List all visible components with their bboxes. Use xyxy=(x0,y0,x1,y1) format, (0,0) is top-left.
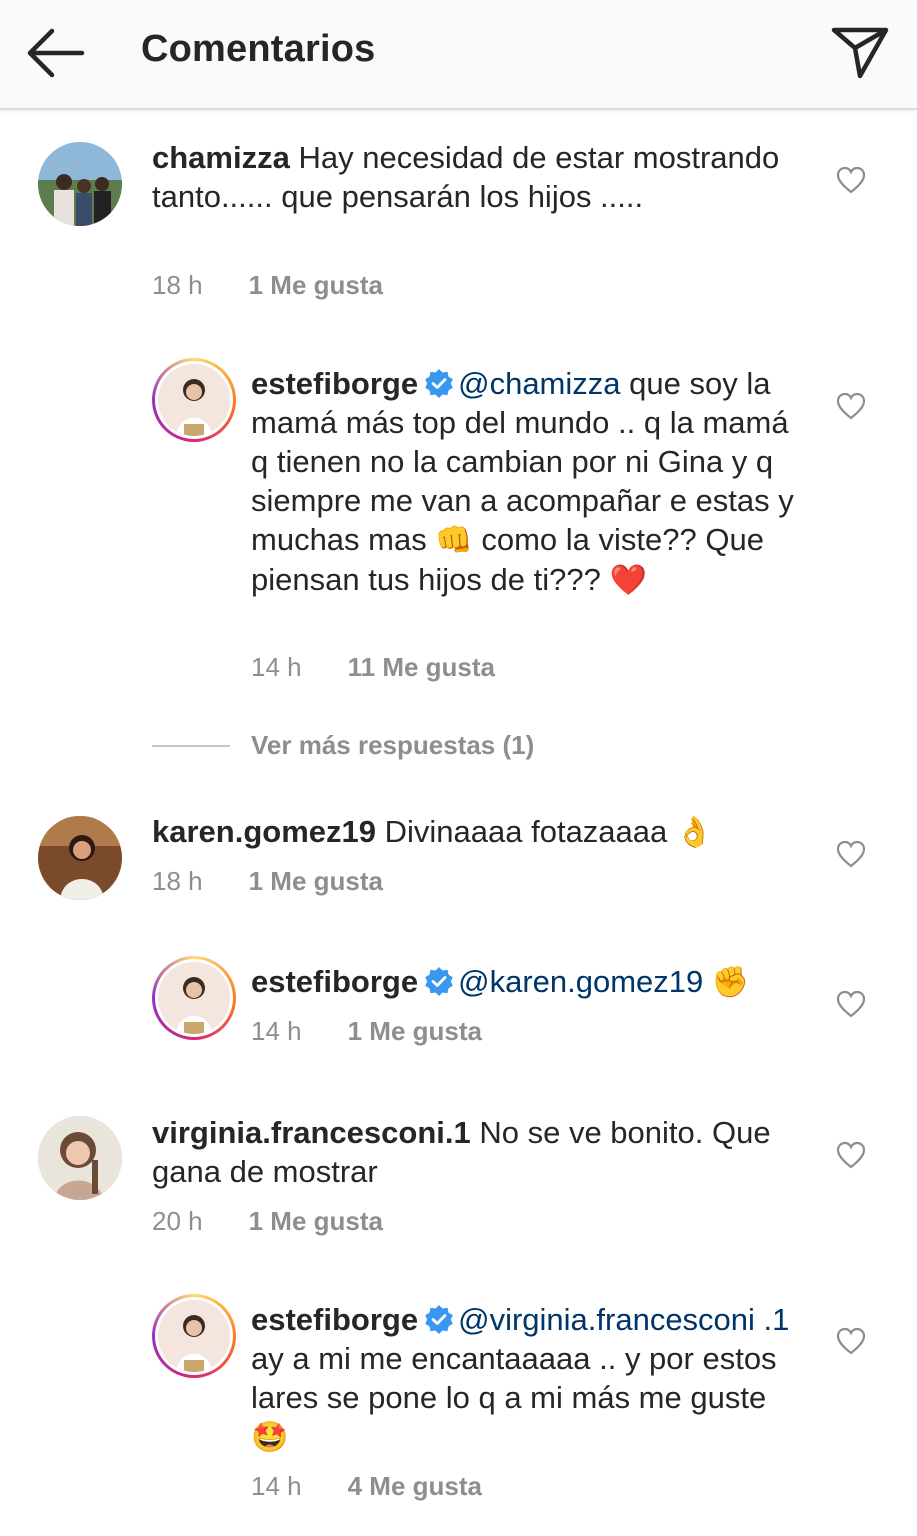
comment-likes[interactable]: 4 Me gusta xyxy=(348,1471,482,1501)
comment-mention[interactable]: @karen.gomez19 xyxy=(458,964,703,999)
heart-icon xyxy=(836,1141,866,1169)
comment-time: 20 h xyxy=(152,1206,203,1236)
comment-username[interactable]: estefiborge xyxy=(251,1302,418,1337)
like-button[interactable] xyxy=(836,392,866,420)
page-title: Comentarios xyxy=(141,28,376,70)
comment-time: 14 h xyxy=(251,1471,302,1501)
view-more-replies-label[interactable]: Ver más respuestas (1) xyxy=(251,730,534,761)
comment-username[interactable]: estefiborge xyxy=(251,964,418,999)
arrow-left-icon xyxy=(27,28,85,78)
send-icon xyxy=(831,27,889,79)
avatar[interactable] xyxy=(152,358,236,442)
comment-text: ay a mi me encantaaaaa .. y por estos la… xyxy=(251,1341,777,1415)
comment-time: 18 h xyxy=(152,866,203,896)
comment-username[interactable]: karen.gomez19 xyxy=(152,814,376,849)
like-button[interactable] xyxy=(836,990,866,1018)
heart-icon xyxy=(836,990,866,1018)
avatar[interactable] xyxy=(38,1116,122,1200)
like-button[interactable] xyxy=(836,166,866,194)
star-struck-emoji: 🤩 xyxy=(251,1421,289,1454)
comment-time: 14 h xyxy=(251,1016,302,1046)
comment-time: 14 h xyxy=(251,652,302,682)
heart-icon xyxy=(836,166,866,194)
avatar[interactable] xyxy=(38,142,122,226)
fist-emoji: 👊 xyxy=(435,524,473,557)
like-button[interactable] xyxy=(836,1141,866,1169)
share-button[interactable] xyxy=(830,24,890,82)
header-bar: Comentarios xyxy=(0,0,917,110)
heart-icon xyxy=(836,1327,866,1355)
avatar[interactable] xyxy=(152,956,236,1040)
comment-likes[interactable]: 11 Me gusta xyxy=(348,652,495,682)
like-button[interactable] xyxy=(836,1327,866,1355)
heart-icon xyxy=(836,392,866,420)
raised-fist-emoji: ✊ xyxy=(711,966,750,999)
avatar[interactable] xyxy=(38,816,122,900)
comment-likes[interactable]: 1 Me gusta xyxy=(249,866,383,896)
comment-username[interactable]: chamizza xyxy=(152,140,290,175)
comment-likes[interactable]: 1 Me gusta xyxy=(249,270,383,300)
heart-icon xyxy=(836,840,866,868)
comment-time: 18 h xyxy=(152,270,203,300)
like-button[interactable] xyxy=(836,840,866,868)
comment-mention[interactable]: @chamizza xyxy=(458,366,620,401)
heart-emoji: ❤️ xyxy=(609,564,647,597)
back-button[interactable] xyxy=(22,26,88,80)
comment-likes[interactable]: 1 Me gusta xyxy=(249,1206,383,1236)
comment-likes[interactable]: 1 Me gusta xyxy=(348,1016,482,1046)
comment-username[interactable]: estefiborge xyxy=(251,366,418,401)
comment-text: Divinaaaa fotazaaaa xyxy=(384,814,668,849)
verified-badge-icon xyxy=(425,967,453,996)
comment-mention[interactable]: @virginia.francesconi .1 xyxy=(458,1302,789,1337)
ok-hand-emoji: 👌 xyxy=(675,816,714,849)
verified-badge-icon xyxy=(425,369,453,398)
verified-badge-icon xyxy=(425,1305,453,1334)
comment-username[interactable]: virginia.francesconi.1 xyxy=(152,1115,471,1150)
avatar[interactable] xyxy=(152,1294,236,1378)
divider xyxy=(152,745,230,747)
